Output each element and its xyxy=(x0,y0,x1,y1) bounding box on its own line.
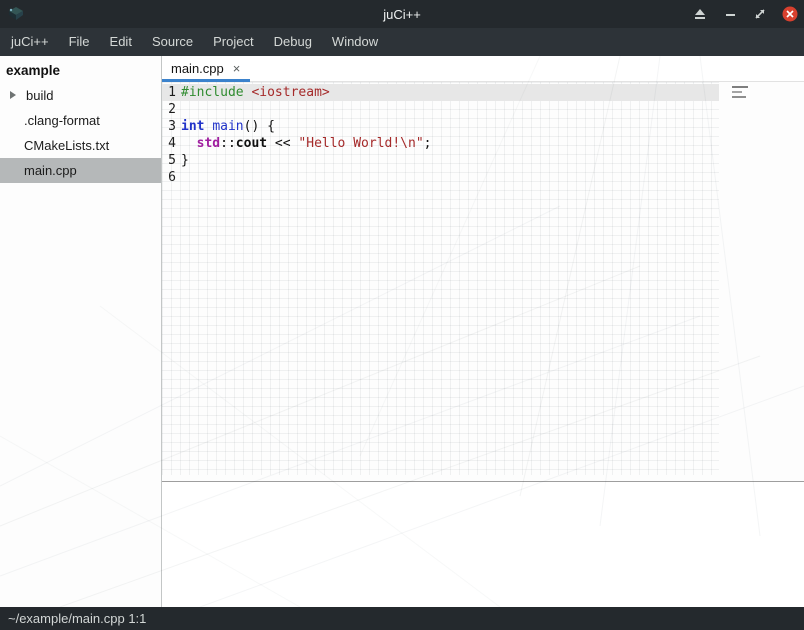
minimap[interactable] xyxy=(732,86,754,101)
menubar: juCi++FileEditSourceProjectDebugWindow xyxy=(0,28,804,56)
code-line-3[interactable]: 3int main() { xyxy=(162,118,719,135)
file-tree: build.clang-formatCMakeLists.txtmain.cpp xyxy=(0,83,161,183)
tree-item-clang-format[interactable]: .clang-format xyxy=(0,108,161,133)
tree-item-label: .clang-format xyxy=(24,108,100,133)
titlebar: juCi++ xyxy=(0,0,804,28)
expander-arrow-icon[interactable] xyxy=(10,91,16,99)
code-line-4[interactable]: 4 std::cout << "Hello World!\n"; xyxy=(162,135,719,152)
tree-item-cmakelists-txt[interactable]: CMakeLists.txt xyxy=(0,133,161,158)
window-title: juCi++ xyxy=(0,7,804,22)
minimap-mark xyxy=(732,96,746,98)
code-lines: 1#include <iostream>23int main() {4 std:… xyxy=(162,84,719,186)
line-number: 3 xyxy=(162,118,181,135)
main-panel: main.cpp × 1#include <iostream>23int mai… xyxy=(162,56,804,607)
tree-item-label: CMakeLists.txt xyxy=(24,133,109,158)
code-line-6[interactable]: 6 xyxy=(162,169,719,186)
tab-label: main.cpp xyxy=(171,61,224,76)
menu-edit[interactable]: Edit xyxy=(100,28,142,56)
file-tree-panel: example build.clang-formatCMakeLists.txt… xyxy=(0,56,162,607)
menu-source[interactable]: Source xyxy=(142,28,203,56)
code-line-1[interactable]: 1#include <iostream> xyxy=(162,84,719,101)
code-line-2[interactable]: 2 xyxy=(162,101,719,118)
code-text: #include <iostream> xyxy=(181,84,330,101)
code-text: std::cout << "Hello World!\n"; xyxy=(181,135,431,152)
code-text: } xyxy=(181,152,189,169)
tree-item-main-cpp[interactable]: main.cpp xyxy=(0,158,161,183)
minimap-mark xyxy=(732,86,748,88)
menu-window[interactable]: Window xyxy=(322,28,388,56)
close-icon[interactable] xyxy=(782,6,798,22)
keep-above-icon[interactable] xyxy=(692,6,708,22)
code-editor[interactable]: 1#include <iostream>23int main() {4 std:… xyxy=(162,82,804,481)
tree-item-label: main.cpp xyxy=(24,158,77,183)
output-pane[interactable] xyxy=(162,481,804,607)
tab-close-icon[interactable]: × xyxy=(233,62,241,75)
tree-item-label: build xyxy=(26,83,53,108)
line-number: 1 xyxy=(162,84,181,101)
window-controls xyxy=(692,0,798,28)
tab-main-cpp[interactable]: main.cpp × xyxy=(162,56,250,81)
statusbar: ~/example/main.cpp 1:1 xyxy=(0,607,804,630)
minimap-mark xyxy=(732,91,742,93)
project-root-label: example xyxy=(0,56,161,83)
menu-file[interactable]: File xyxy=(59,28,100,56)
menu-project[interactable]: Project xyxy=(203,28,263,56)
code-text: int main() { xyxy=(181,118,275,135)
minimize-icon[interactable] xyxy=(722,6,738,22)
tree-item-build[interactable]: build xyxy=(0,83,161,108)
juci-logo-icon xyxy=(7,6,25,22)
tabbar: main.cpp × xyxy=(162,56,804,82)
line-number: 4 xyxy=(162,135,181,152)
line-number: 2 xyxy=(162,101,181,118)
app-window: juCi++ xyxy=(0,0,804,630)
code-line-5[interactable]: 5} xyxy=(162,152,719,169)
menu-debug[interactable]: Debug xyxy=(264,28,322,56)
menu-juci[interactable]: juCi++ xyxy=(1,28,59,56)
line-number: 6 xyxy=(162,169,181,186)
content-area: example build.clang-formatCMakeLists.txt… xyxy=(0,56,804,607)
maximize-icon[interactable] xyxy=(752,6,768,22)
line-number: 5 xyxy=(162,152,181,169)
